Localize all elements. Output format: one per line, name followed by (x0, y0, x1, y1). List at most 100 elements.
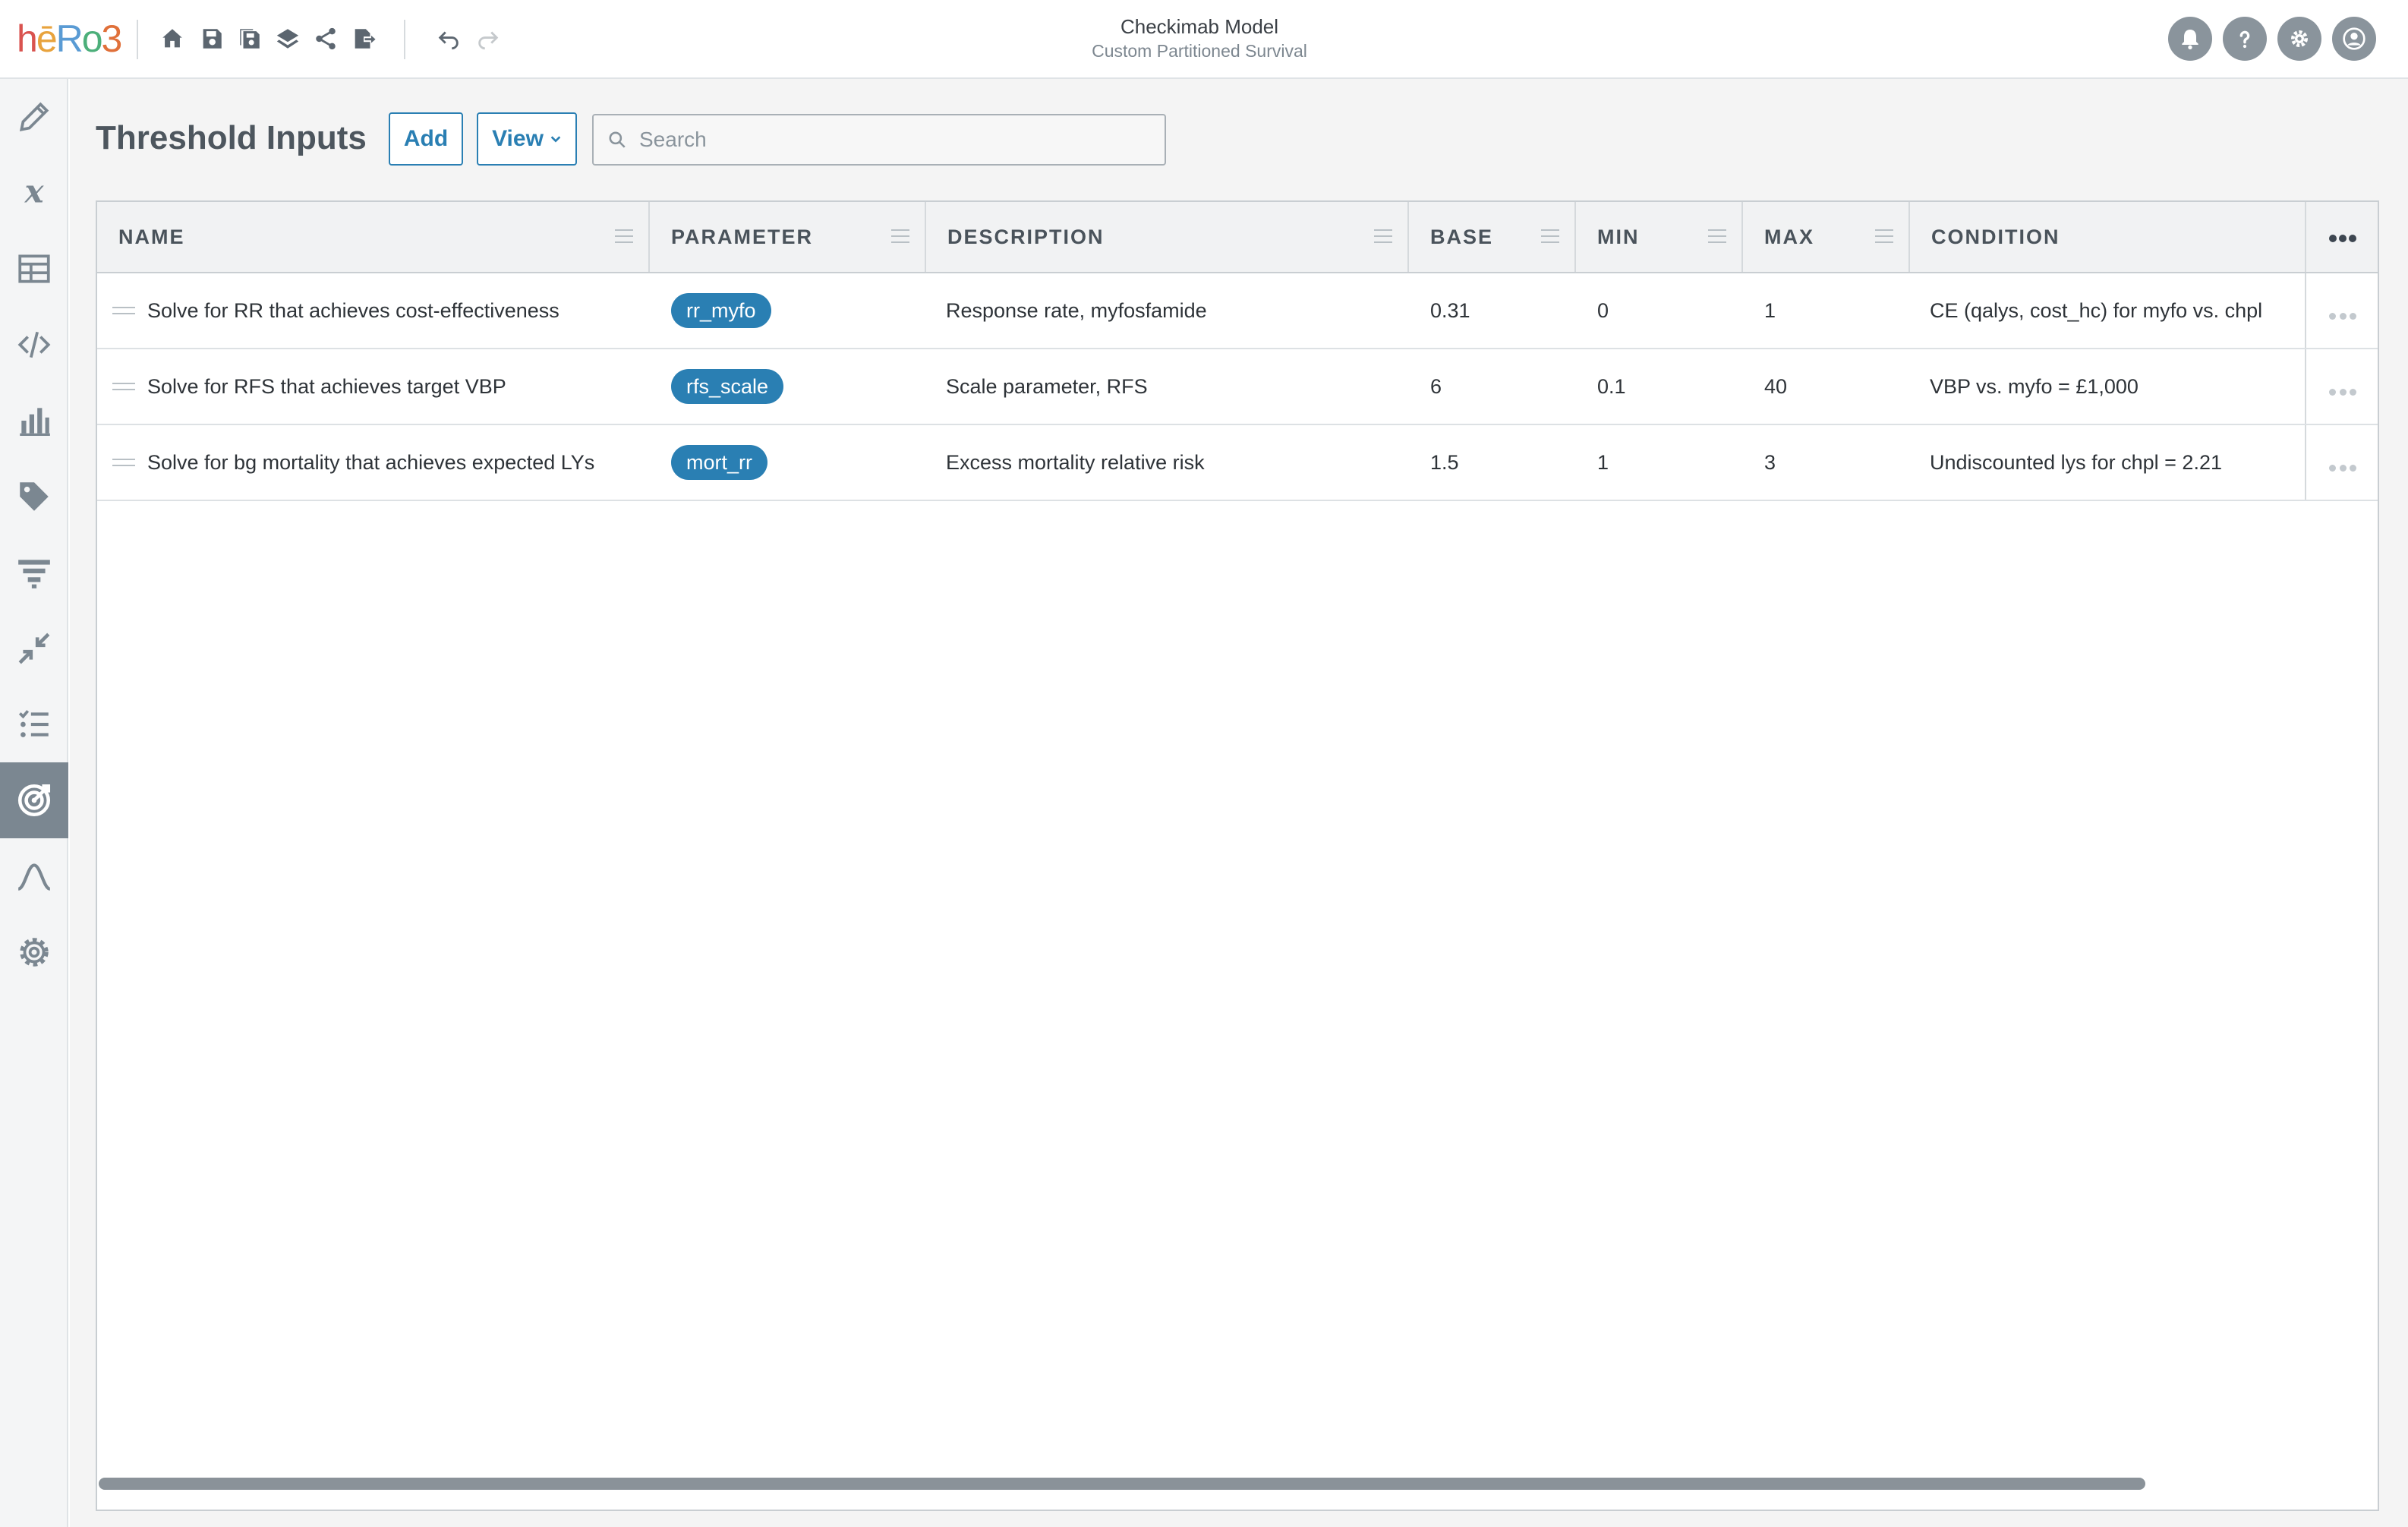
target-icon (17, 784, 51, 817)
sidebar-item-code[interactable] (0, 307, 68, 383)
column-label: NAME (118, 225, 185, 248)
column-header-base[interactable]: BASE (1409, 202, 1576, 272)
sidebar-item-checklist[interactable] (0, 686, 68, 762)
export-icon[interactable] (349, 24, 378, 53)
bar-chart-icon (20, 408, 50, 436)
table-row[interactable]: Solve for bg mortality that achieves exp… (97, 425, 2378, 501)
column-header-min[interactable]: MIN (1576, 202, 1743, 272)
row-actions-cell (2305, 273, 2378, 348)
search-input[interactable] (639, 128, 1155, 152)
column-label: MAX (1764, 225, 1814, 248)
curve-icon (17, 863, 51, 891)
column-label: MIN (1597, 225, 1640, 248)
sidebar-item-tables[interactable] (0, 231, 68, 307)
row-more-options-icon[interactable] (2329, 463, 2356, 472)
parameter-pill[interactable]: rr_myfo (671, 293, 771, 328)
drag-handle-icon[interactable] (112, 459, 135, 468)
cell-name: Solve for RR that achieves cost-effectiv… (147, 298, 559, 322)
home-icon[interactable] (158, 24, 187, 53)
bell-icon[interactable] (2168, 17, 2212, 61)
parameter-pill[interactable]: rfs_scale (671, 369, 784, 404)
user-icon[interactable] (2332, 17, 2376, 61)
undo-icon[interactable] (434, 24, 463, 53)
sidebar-item-threshold[interactable] (0, 762, 68, 838)
drag-handle-icon[interactable] (112, 383, 135, 392)
model-title: Checkimab Model (1120, 15, 1279, 38)
table-icon (18, 254, 50, 283)
app-logo[interactable]: hēRo3 (17, 17, 122, 61)
model-title-block: Checkimab Model Custom Partitioned Survi… (987, 14, 1412, 62)
view-button-label: View (492, 126, 544, 151)
share-icon[interactable] (311, 24, 340, 53)
column-header-name[interactable]: NAME (97, 202, 650, 272)
cell-min: 0.1 (1597, 374, 1626, 398)
cell-condition: CE (qalys, cost_hc) for myfo vs. chpl (1930, 298, 2263, 322)
row-more-options-icon[interactable] (2329, 311, 2356, 320)
column-menu-icon[interactable] (1875, 229, 1893, 245)
column-label: DESCRIPTION (947, 225, 1105, 248)
gear-icon[interactable] (2277, 17, 2321, 61)
more-options-icon[interactable] (2329, 234, 2356, 243)
chevron-down-icon (550, 136, 561, 143)
sidebar: x (0, 79, 68, 1527)
column-label: BASE (1430, 225, 1494, 248)
column-header-max[interactable]: MAX (1743, 202, 1910, 272)
column-menu-icon[interactable] (1541, 229, 1559, 245)
pencil-icon (19, 102, 49, 132)
column-menu-icon[interactable] (891, 229, 909, 245)
sidebar-item-pencil[interactable] (0, 79, 68, 155)
threshold-inputs-table: NAME PARAMETER DESCRIPTION BASE MIN MAX (96, 200, 2379, 1511)
column-label: CONDITION (1931, 225, 2060, 248)
svg-text:x: x (24, 174, 45, 210)
row-actions-cell (2305, 349, 2378, 424)
layers-icon[interactable] (273, 24, 302, 53)
compress-icon (18, 633, 50, 664)
cell-max: 3 (1764, 450, 1776, 474)
cell-description: Excess mortality relative risk (946, 450, 1205, 474)
save-icon[interactable] (197, 24, 226, 53)
settings-icon (20, 938, 49, 967)
parameter-pill[interactable]: mort_rr (671, 445, 767, 480)
horizontal-scrollbar[interactable] (99, 1478, 2145, 1490)
cell-parameter: mort_rr (671, 425, 922, 500)
cell-base: 6 (1430, 374, 1442, 398)
column-label: PARAMETER (671, 225, 814, 248)
save-as-icon[interactable] (235, 24, 264, 53)
drag-handle-icon[interactable] (112, 307, 135, 316)
checklist-icon (18, 710, 49, 737)
sidebar-item-tags[interactable] (0, 459, 68, 535)
redo-icon[interactable] (474, 24, 503, 53)
cell-description: Scale parameter, RFS (946, 374, 1148, 398)
cell-name: Solve for RFS that achieves target VBP (147, 374, 506, 398)
sidebar-item-compress[interactable] (0, 610, 68, 686)
cell-condition: Undiscounted lys for chpl = 2.21 (1930, 450, 2222, 474)
header-actions-cell (2305, 202, 2378, 272)
view-dropdown-button[interactable]: View (477, 112, 577, 166)
column-header-parameter[interactable]: PARAMETER (650, 202, 926, 272)
cell-max: 1 (1764, 298, 1776, 322)
row-more-options-icon[interactable] (2329, 387, 2356, 396)
add-button[interactable]: Add (389, 112, 463, 166)
search-icon (609, 131, 626, 148)
cell-parameter: rr_myfo (671, 273, 922, 348)
column-menu-icon[interactable] (1708, 229, 1726, 245)
table-row[interactable]: Solve for RR that achieves cost-effectiv… (97, 273, 2378, 349)
column-header-description[interactable]: DESCRIPTION (926, 202, 1409, 272)
help-icon[interactable] (2223, 17, 2267, 61)
cell-base: 0.31 (1430, 298, 1470, 322)
sidebar-item-results[interactable] (0, 383, 68, 459)
sidebar-item-variables[interactable]: x (0, 155, 68, 231)
add-button-label: Add (403, 126, 449, 151)
cell-max: 40 (1764, 374, 1788, 398)
column-header-condition[interactable]: CONDITION (1910, 202, 2305, 272)
sidebar-item-distribution[interactable] (0, 838, 68, 914)
search-box[interactable] (592, 114, 1166, 166)
column-menu-icon[interactable] (1374, 229, 1392, 245)
toolbar-divider (404, 20, 405, 59)
cell-min: 0 (1597, 298, 1609, 322)
sidebar-item-settings[interactable] (0, 914, 68, 990)
sidebar-item-filter[interactable] (0, 535, 68, 610)
top-bar: hēRo3 Checkimab Model Custom Partitioned… (0, 0, 2408, 79)
table-row[interactable]: Solve for RFS that achieves target VBP r… (97, 349, 2378, 425)
column-menu-icon[interactable] (615, 229, 633, 245)
